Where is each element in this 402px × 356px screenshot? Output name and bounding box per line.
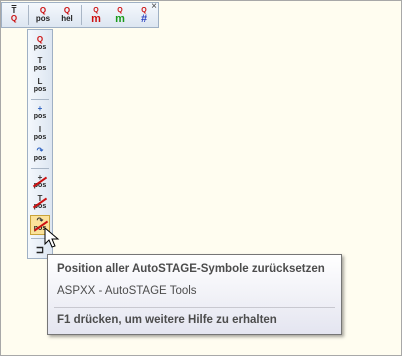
tooltip-subtitle: ASPXX - AutoSTAGE Tools [57, 285, 197, 297]
cross-pos-button[interactable]: + pos [30, 103, 50, 123]
tooltip-divider [54, 307, 335, 308]
toolbar-separator [31, 99, 49, 100]
close-icon[interactable]: × [151, 2, 157, 12]
button-glyph: L [37, 77, 43, 86]
toolbar-separator [28, 5, 29, 25]
reset-text-button[interactable]: T pos [30, 193, 50, 213]
button-glyph: T [37, 56, 43, 65]
button-label: pos [33, 44, 47, 51]
button-label: pos [33, 113, 47, 120]
l-pos-button[interactable]: L pos [30, 76, 50, 96]
mouse-cursor-icon [44, 227, 60, 248]
rotate-pos-button[interactable]: ↷ pos [30, 145, 50, 165]
horizontal-toolbar: T Q Q pos Q hel Q m Q m Q # × [1, 2, 159, 28]
tooltip: Position aller AutoSTAGE-Symbole zurücks… [47, 254, 342, 335]
bar-pos-button[interactable]: I pos [30, 124, 50, 144]
tooltip-title: Position aller AutoSTAGE-Symbole zurücks… [57, 263, 325, 275]
button-label: pos [33, 134, 47, 141]
button-glyph: ⊐ [35, 245, 45, 256]
m-q-green-icon[interactable]: Q m [109, 5, 131, 25]
button-glyph: I [38, 125, 42, 134]
tooltip-help: F1 drücken, um weitere Hilfe zu erhalten [57, 314, 277, 326]
text-q-icon[interactable]: T Q [3, 5, 25, 25]
button-label: pos [35, 14, 51, 23]
button-label: pos [33, 155, 47, 162]
button-label: # [140, 13, 148, 25]
button-label: Q [10, 14, 18, 23]
button-label: m [91, 13, 101, 25]
vertical-toolbar: Q pos T pos L pos + pos I pos ↷ pos + po… [27, 29, 53, 259]
button-label: hel [61, 14, 73, 23]
reset-cross-button[interactable]: + pos [30, 172, 50, 192]
button-label: m [115, 13, 125, 25]
button-glyph: Q [36, 35, 44, 44]
button-label: pos [33, 65, 47, 72]
button-label: pos [33, 86, 47, 93]
m-q-red-icon[interactable]: Q m [85, 5, 107, 25]
q-pos-icon[interactable]: Q pos [32, 5, 54, 25]
q-pos-button[interactable]: Q pos [30, 34, 50, 54]
button-glyph: + [37, 104, 43, 113]
toolbar-separator [81, 5, 82, 25]
button-glyph: ↷ [36, 146, 44, 155]
q-hel-icon[interactable]: Q hel [56, 5, 78, 25]
t-pos-button[interactable]: T pos [30, 55, 50, 75]
toolbar-separator [31, 168, 49, 169]
